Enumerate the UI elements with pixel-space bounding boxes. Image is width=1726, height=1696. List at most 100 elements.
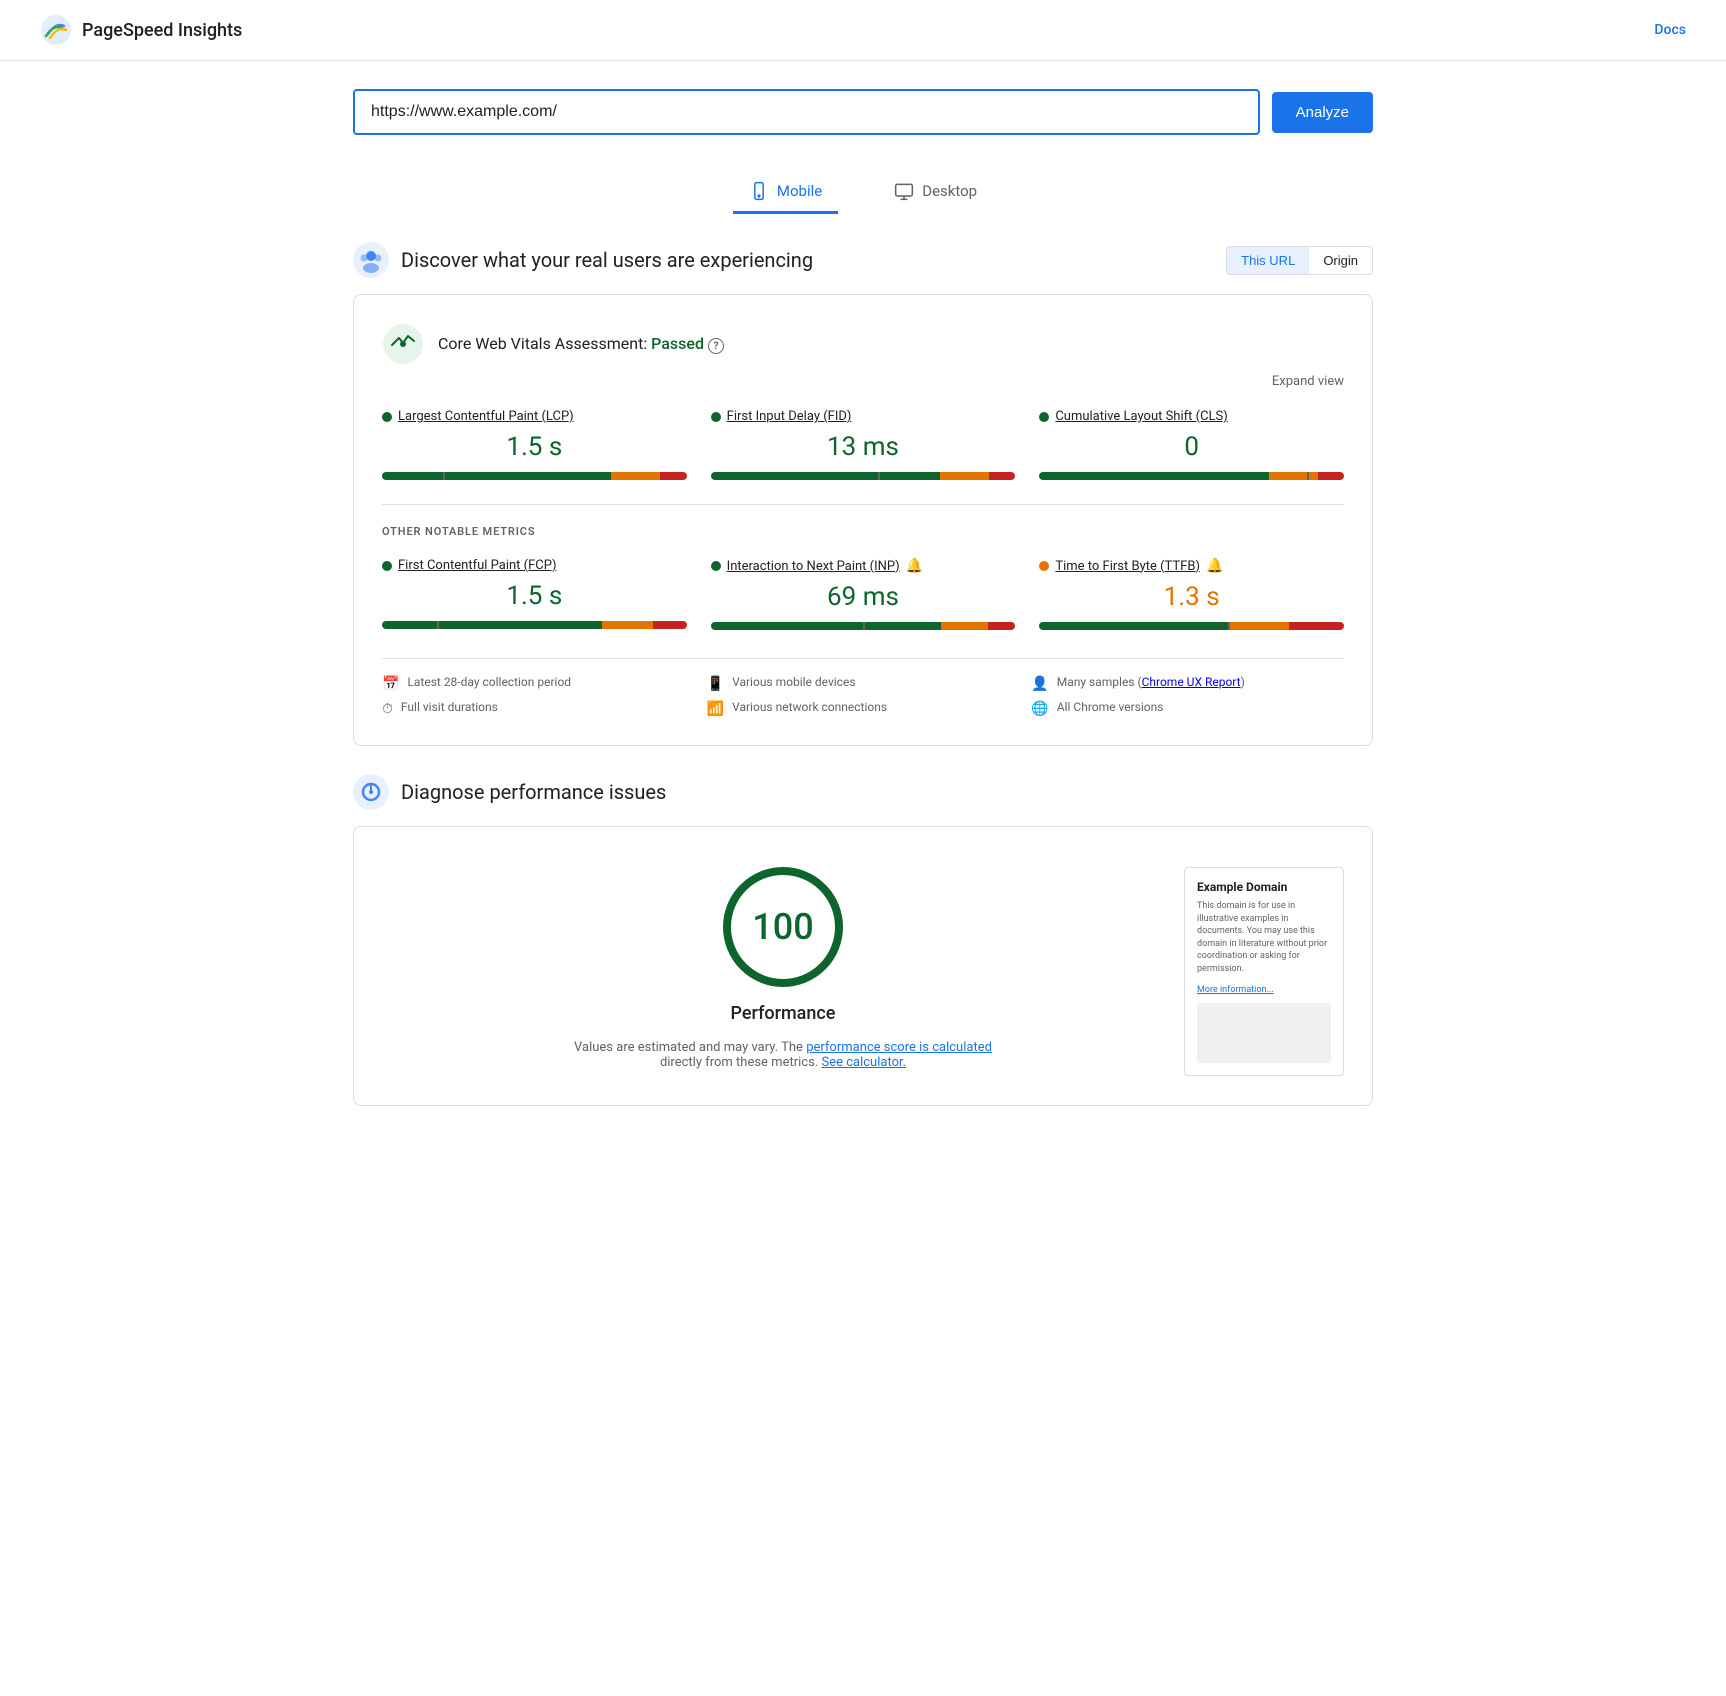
diagnose-content: 100 Performance Values are estimated and… xyxy=(382,867,1184,1070)
metric-fid: First Input Delay (FID) 13 ms xyxy=(711,409,1016,484)
lcp-label: Largest Contentful Paint (LCP) xyxy=(382,409,687,424)
search-bar: Analyze xyxy=(353,89,1373,135)
metric-cls: Cumulative Layout Shift (CLS) 0 xyxy=(1039,409,1344,484)
preview-thumbnail: Example Domain This domain is for use in… xyxy=(1184,867,1344,1076)
docs-link[interactable]: Docs xyxy=(1654,22,1686,38)
fcp-dot xyxy=(382,561,392,571)
fid-link[interactable]: First Input Delay (FID) xyxy=(727,409,852,424)
inp-bar-red xyxy=(988,622,1015,630)
data-info-col1: 📅 Latest 28-day collection period ⏱ Full… xyxy=(382,675,695,717)
preview-gray-block xyxy=(1197,1003,1331,1063)
inp-bar-orange xyxy=(941,622,988,630)
fcp-link[interactable]: First Contentful Paint (FCP) xyxy=(398,558,557,573)
search-section: Analyze xyxy=(313,61,1413,155)
fcp-bar-green xyxy=(382,621,602,629)
diagnose-section-header: Diagnose performance issues xyxy=(353,774,1373,810)
performance-score-value: 100 xyxy=(752,906,813,948)
data-info-col3: 👤 Many samples (Chrome UX Report) 🌐 All … xyxy=(1031,675,1344,717)
fid-dot xyxy=(711,412,721,422)
cwv-icon xyxy=(382,323,424,365)
inp-dot xyxy=(711,561,721,571)
tab-mobile-label: Mobile xyxy=(777,182,822,200)
data-info-samples: 👤 Many samples (Chrome UX Report) xyxy=(1031,675,1344,692)
inp-value: 69 ms xyxy=(711,582,1016,612)
tab-desktop[interactable]: Desktop xyxy=(878,171,993,214)
cwv-assessment-label: Core Web Vitals Assessment: Passed ? xyxy=(438,334,724,355)
fid-bar xyxy=(711,472,1016,480)
chrome-icon: 🌐 xyxy=(1031,701,1048,717)
samples-icon: 👤 xyxy=(1031,676,1048,692)
lcp-link[interactable]: Largest Contentful Paint (LCP) xyxy=(398,409,574,424)
fcp-bar-orange xyxy=(602,621,653,629)
metric-inp: Interaction to Next Paint (INP) 🔔 69 ms xyxy=(711,558,1016,634)
calculator-link[interactable]: See calculator. xyxy=(821,1055,906,1070)
url-input[interactable] xyxy=(353,89,1260,135)
ttfb-bar-green xyxy=(1039,622,1227,630)
fcp-bar xyxy=(382,621,687,629)
fid-bar-green xyxy=(711,472,940,480)
diagnose-title-group: Diagnose performance issues xyxy=(353,774,666,810)
ttfb-bar-marker xyxy=(1228,622,1230,630)
fid-value: 13 ms xyxy=(711,432,1016,462)
fcp-label: First Contentful Paint (FCP) xyxy=(382,558,687,573)
main-content: Discover what your real users are experi… xyxy=(313,214,1413,1162)
metrics-divider xyxy=(382,504,1344,505)
lcp-bar xyxy=(382,472,687,480)
network-icon: 📶 xyxy=(707,701,724,717)
lcp-bar-green xyxy=(382,472,611,480)
inp-link[interactable]: Interaction to Next Paint (INP) xyxy=(727,559,900,574)
inp-bar-marker xyxy=(863,622,865,630)
app-title: PageSpeed Insights xyxy=(82,20,242,41)
data-info-collection-period: 📅 Latest 28-day collection period xyxy=(382,675,695,692)
cls-bar-orange xyxy=(1269,472,1318,480)
lcp-bar-orange xyxy=(611,472,660,480)
pagespeed-logo-icon xyxy=(40,14,72,46)
data-info-chrome: 🌐 All Chrome versions xyxy=(1031,700,1344,717)
cwv-info-icon[interactable]: ? xyxy=(708,338,724,354)
analyze-button[interactable]: Analyze xyxy=(1272,92,1373,133)
cwv-header: Core Web Vitals Assessment: Passed ? xyxy=(382,323,1344,365)
data-info-section: 📅 Latest 28-day collection period ⏱ Full… xyxy=(382,658,1344,717)
cls-link[interactable]: Cumulative Layout Shift (CLS) xyxy=(1055,409,1227,424)
cls-bar xyxy=(1039,472,1344,480)
fid-label: First Input Delay (FID) xyxy=(711,409,1016,424)
real-user-section-header: Discover what your real users are experi… xyxy=(353,242,1373,278)
origin-button[interactable]: Origin xyxy=(1309,247,1372,274)
notable-metrics-label: OTHER NOTABLE METRICS xyxy=(382,525,1344,538)
logo-group: PageSpeed Insights xyxy=(40,14,242,46)
perf-score-link[interactable]: performance score is calculated xyxy=(806,1040,992,1055)
expand-view-button[interactable]: Expand view xyxy=(1272,374,1344,389)
timer-icon: ⏱ xyxy=(382,701,393,717)
preview-more-link[interactable]: More information... xyxy=(1197,985,1274,995)
tab-mobile[interactable]: Mobile xyxy=(733,171,838,214)
performance-score-circle: 100 xyxy=(723,867,843,987)
this-url-button[interactable]: This URL xyxy=(1227,247,1309,274)
ttfb-warning-icon: 🔔 xyxy=(1206,558,1223,574)
inp-warning-icon: 🔔 xyxy=(906,558,923,574)
fid-bar-marker xyxy=(878,472,880,480)
metric-ttfb: Time to First Byte (TTFB) 🔔 1.3 s xyxy=(1039,558,1344,634)
data-info-network: 📶 Various network connections xyxy=(707,700,1020,717)
crux-report-link[interactable]: Chrome UX Report xyxy=(1142,675,1241,689)
fcp-bar-marker xyxy=(437,621,439,629)
lcp-bar-marker xyxy=(443,472,445,480)
fid-bar-red xyxy=(989,472,1015,480)
lcp-bar-red xyxy=(660,472,686,480)
ttfb-bar-red xyxy=(1289,622,1344,630)
cwv-status: Passed xyxy=(651,334,704,353)
section-title-group: Discover what your real users are experi… xyxy=(353,242,813,278)
diagnose-wrapper: 100 Performance Values are estimated and… xyxy=(382,867,1344,1076)
diagnose-icon xyxy=(353,774,389,810)
ttfb-link[interactable]: Time to First Byte (TTFB) xyxy=(1055,559,1200,574)
diagnose-title: Diagnose performance issues xyxy=(401,780,666,804)
inp-label: Interaction to Next Paint (INP) 🔔 xyxy=(711,558,1016,574)
header: PageSpeed Insights Docs xyxy=(0,0,1726,61)
calendar-icon: 📅 xyxy=(382,676,399,692)
data-info-mobile-devices: 📱 Various mobile devices xyxy=(707,675,1020,692)
fid-bar-orange xyxy=(940,472,989,480)
ttfb-bar xyxy=(1039,622,1344,630)
inp-bar xyxy=(711,622,1016,630)
preview-domain-name: Example Domain xyxy=(1197,880,1331,894)
inp-bar-green xyxy=(711,622,941,630)
cls-dot xyxy=(1039,412,1049,422)
